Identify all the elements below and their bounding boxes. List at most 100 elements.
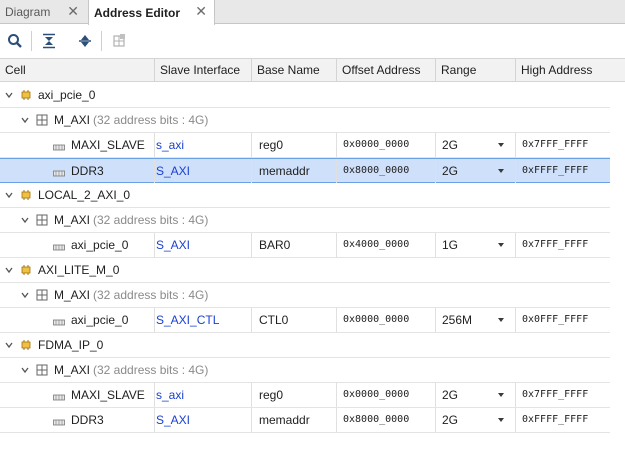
high-address: 0xFFFF_FFFF: [522, 414, 589, 425]
column-divider: [515, 233, 516, 257]
offset-address-field[interactable]: 0x8000_0000: [343, 159, 409, 183]
address-space-icon: [36, 114, 48, 126]
high-address: 0x7FFF_FFFF: [522, 239, 589, 250]
dropdown-arrow-icon[interactable]: [498, 393, 504, 397]
chevron-down-icon[interactable]: [3, 183, 15, 207]
address-space-icon: [36, 214, 48, 226]
column-divider: [515, 133, 516, 157]
column-divider: [515, 383, 516, 407]
table-row[interactable]: axi_pcie_0 S_AXI BAR0 0x4000_0000 1G 0x7FFF_F…: [0, 233, 610, 258]
column-divider: [154, 133, 155, 157]
column-divider: [154, 159, 155, 183]
range-select[interactable]: 2G: [442, 159, 458, 183]
table-row[interactable]: axi_pcie_0 S_AXI_CTL CTL0 0x0000_0000 256M 0x…: [0, 308, 610, 333]
dropdown-arrow-icon[interactable]: [498, 169, 504, 173]
slave-interface-link[interactable]: s_axi: [156, 383, 184, 407]
ip-block-icon: [20, 339, 32, 351]
collapse-all-button[interactable]: [39, 31, 59, 51]
search-button[interactable]: [5, 31, 25, 51]
table-row[interactable]: MAXI_SLAVE s_axi reg0 0x0000_0000 2G 0x7FFF_F…: [0, 133, 610, 158]
column-divider: [154, 308, 155, 332]
column-header-range[interactable]: Range: [436, 59, 516, 82]
slave-interface-link[interactable]: S_AXI: [156, 233, 190, 257]
chevron-down-icon[interactable]: [19, 108, 31, 132]
range-select[interactable]: 256M: [442, 308, 472, 332]
offset-address-field[interactable]: 0x8000_0000: [343, 408, 409, 432]
offset-address-field[interactable]: 0x0000_0000: [343, 383, 409, 407]
table-row[interactable]: M_AXI (32 address bits : 4G): [0, 208, 610, 233]
column-header-cell[interactable]: Cell: [0, 59, 155, 82]
high-address: 0x0FFF_FFFF: [522, 314, 589, 325]
chevron-down-icon[interactable]: [19, 208, 31, 232]
dropdown-arrow-icon[interactable]: [498, 143, 504, 147]
chevron-down-icon[interactable]: [19, 283, 31, 307]
table-row[interactable]: M_AXI (32 address bits : 4G): [0, 283, 610, 308]
slave-interface-link[interactable]: S_AXI_CTL: [156, 308, 219, 332]
chevron-down-icon[interactable]: [3, 333, 15, 357]
address-segment-icon: [53, 141, 65, 153]
column-divider: [251, 133, 252, 157]
column-divider: [336, 159, 337, 183]
high-address: 0x7FFF_FFFF: [522, 389, 589, 400]
dropdown-arrow-icon[interactable]: [498, 318, 504, 322]
table-row[interactable]: axi_pcie_0: [0, 83, 610, 108]
column-divider: [251, 159, 252, 183]
close-icon[interactable]: ✕: [67, 4, 79, 18]
table-row[interactable]: FDMA_IP_0: [0, 333, 610, 358]
column-divider: [251, 383, 252, 407]
address-space-name: M_AXI: [54, 363, 91, 377]
address-space-note: (32 address bits : 4G): [93, 113, 209, 127]
address-segment-icon: [53, 416, 65, 428]
segment-name: axi_pcie_0: [71, 238, 129, 252]
cell-name: LOCAL_2_AXI_0: [38, 188, 131, 202]
auto-assign-icon: [113, 34, 125, 47]
column-divider: [251, 233, 252, 257]
slave-interface-link[interactable]: s_axi: [156, 133, 184, 157]
chevron-down-icon[interactable]: [3, 83, 15, 107]
table-row[interactable]: MAXI_SLAVE s_axi reg0 0x0000_0000 2G 0x7FFF_F…: [0, 383, 610, 408]
auto-assign-button[interactable]: [109, 31, 129, 51]
table-row[interactable]: DDR3 S_AXI memaddr 0x8000_0000 2G 0xFFFF_FFFF: [0, 408, 610, 433]
column-header-base-name[interactable]: Base Name: [252, 59, 337, 82]
column-divider: [435, 408, 436, 432]
column-header-offset-address[interactable]: Offset Address: [337, 59, 436, 82]
ip-block-icon: [20, 89, 32, 101]
expand-all-button[interactable]: [75, 31, 95, 51]
tab-address-editor[interactable]: Address Editor ✕: [88, 0, 215, 25]
address-space-name: M_AXI: [54, 288, 91, 302]
base-name: reg0: [259, 138, 284, 152]
range-select[interactable]: 1G: [442, 233, 458, 257]
address-space-name: M_AXI: [54, 213, 91, 227]
column-divider: [435, 233, 436, 257]
table-row[interactable]: M_AXI (32 address bits : 4G): [0, 358, 610, 383]
column-divider: [435, 159, 436, 183]
editor-tab-strip: Diagram ✕ Address Editor ✕: [0, 0, 625, 25]
column-divider: [336, 308, 337, 332]
slave-interface-link[interactable]: S_AXI: [156, 159, 190, 183]
tab-diagram[interactable]: Diagram ✕: [0, 0, 86, 24]
range-select[interactable]: 2G: [442, 133, 458, 157]
table-row[interactable]: M_AXI (32 address bits : 4G): [0, 108, 610, 133]
offset-address-field[interactable]: 0x0000_0000: [343, 308, 409, 332]
base-name: reg0: [259, 388, 284, 402]
table-row[interactable]: DDR3 S_AXI memaddr 0x8000_0000 2G 0xFFFF_FFFF: [0, 158, 610, 183]
address-space-note: (32 address bits : 4G): [93, 213, 209, 227]
close-icon[interactable]: ✕: [195, 4, 207, 18]
range-select[interactable]: 2G: [442, 383, 458, 407]
chevron-down-icon[interactable]: [3, 258, 15, 282]
dropdown-arrow-icon[interactable]: [498, 243, 504, 247]
slave-interface-link[interactable]: S_AXI: [156, 408, 190, 432]
column-header-high-address[interactable]: High Address: [516, 59, 625, 82]
offset-address-field[interactable]: 0x0000_0000: [343, 133, 409, 157]
address-segment-icon: [53, 316, 65, 328]
table-row[interactable]: AXI_LITE_M_0: [0, 258, 610, 283]
range-select[interactable]: 2G: [442, 408, 458, 432]
table-header: Cell Slave Interface Base Name Offset Ad…: [0, 58, 625, 82]
column-header-slave-interface[interactable]: Slave Interface: [155, 59, 252, 82]
chevron-down-icon[interactable]: [19, 358, 31, 382]
base-name: CTL0: [259, 313, 289, 327]
address-segment-icon: [53, 241, 65, 253]
table-row[interactable]: LOCAL_2_AXI_0: [0, 183, 610, 208]
offset-address-field[interactable]: 0x4000_0000: [343, 233, 409, 257]
dropdown-arrow-icon[interactable]: [498, 418, 504, 422]
